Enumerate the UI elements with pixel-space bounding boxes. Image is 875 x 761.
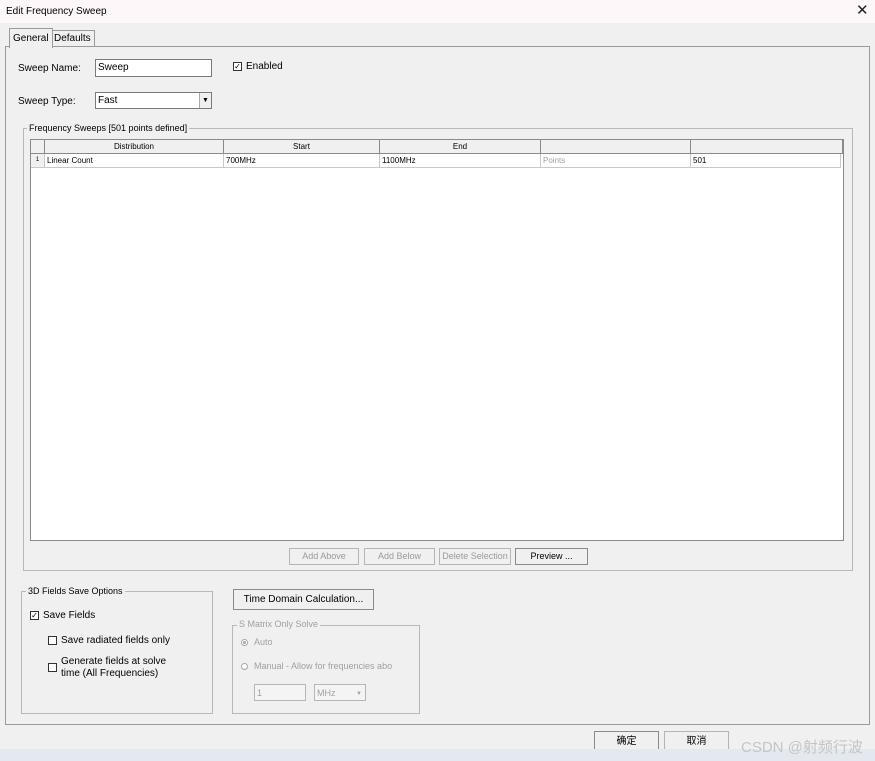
fields-options-title: 3D Fields Save Options (26, 586, 125, 596)
manual-unit-value: MHz (317, 688, 336, 698)
row-index: 1 (31, 154, 45, 168)
time-domain-calculation-button[interactable]: Time Domain Calculation... (233, 589, 374, 610)
sweep-type-value: Fast (98, 95, 118, 106)
manual-radio[interactable] (241, 663, 248, 670)
frequency-sweeps-title: Frequency Sweeps [501 points defined] (27, 123, 190, 133)
add-below-button[interactable]: Add Below (364, 548, 435, 565)
auto-radio[interactable] (241, 639, 248, 646)
manual-frequency-input[interactable]: 1 (254, 684, 306, 701)
column-header-distribution[interactable]: Distribution (45, 140, 224, 154)
cell-end[interactable]: 1100MHz (380, 154, 541, 168)
chevron-down-icon: ▼ (356, 691, 362, 697)
auto-label: Auto (254, 637, 273, 647)
delete-selection-button[interactable]: Delete Selection (439, 548, 511, 565)
ok-button[interactable]: 确定 (594, 731, 659, 751)
save-radiated-checkbox[interactable] (48, 636, 57, 645)
sweep-type-select[interactable]: Fast (95, 92, 212, 109)
chevron-down-icon[interactable]: ▼ (199, 93, 211, 108)
manual-label: Manual - Allow for frequencies abo (254, 661, 393, 671)
column-header-unit[interactable] (541, 140, 691, 154)
column-header-count[interactable] (691, 140, 843, 154)
sweep-type-label: Sweep Type: (18, 96, 76, 107)
tab-general[interactable]: General (9, 28, 53, 48)
sweeps-table[interactable]: Distribution Start End 1 Linear Count 70… (30, 139, 844, 541)
generate-fields-checkbox[interactable] (48, 663, 57, 672)
column-header-end[interactable]: End (380, 140, 541, 154)
manual-unit-select[interactable]: MHz ▼ (314, 684, 366, 701)
table-corner (31, 140, 45, 154)
close-icon[interactable]: ✕ (856, 2, 869, 20)
title-bar (0, 0, 875, 23)
generate-fields-label-line2: time (All Frequencies) (61, 668, 159, 679)
watermark-text: CSDN @射频行波 (741, 739, 863, 756)
preview-button[interactable]: Preview ... (515, 548, 588, 565)
save-radiated-label: Save radiated fields only (61, 635, 170, 646)
enabled-label: Enabled (246, 61, 283, 72)
enabled-checkbox[interactable]: ✓ (233, 62, 242, 71)
cell-start[interactable]: 700MHz (224, 154, 380, 168)
save-fields-checkbox[interactable]: ✓ (30, 611, 39, 620)
cancel-button[interactable]: 取消 (664, 731, 729, 751)
window-title: Edit Frequency Sweep (6, 6, 107, 17)
table-row[interactable]: 1 Linear Count 700MHz 1100MHz Points 501 (31, 154, 843, 168)
tab-defaults[interactable]: Defaults (50, 30, 95, 47)
sweep-name-label: Sweep Name: (18, 63, 81, 74)
cell-distribution[interactable]: Linear Count (45, 154, 224, 168)
add-above-button[interactable]: Add Above (289, 548, 359, 565)
cell-count[interactable]: 501 (691, 154, 841, 168)
s-matrix-title: S Matrix Only Solve (237, 619, 321, 629)
generate-fields-label-line1: Generate fields at solve (61, 656, 167, 667)
save-fields-label: Save Fields (43, 610, 96, 621)
sweep-name-input[interactable]: Sweep (95, 59, 212, 77)
column-header-start[interactable]: Start (224, 140, 380, 154)
cell-unit-label: Points (541, 154, 691, 168)
